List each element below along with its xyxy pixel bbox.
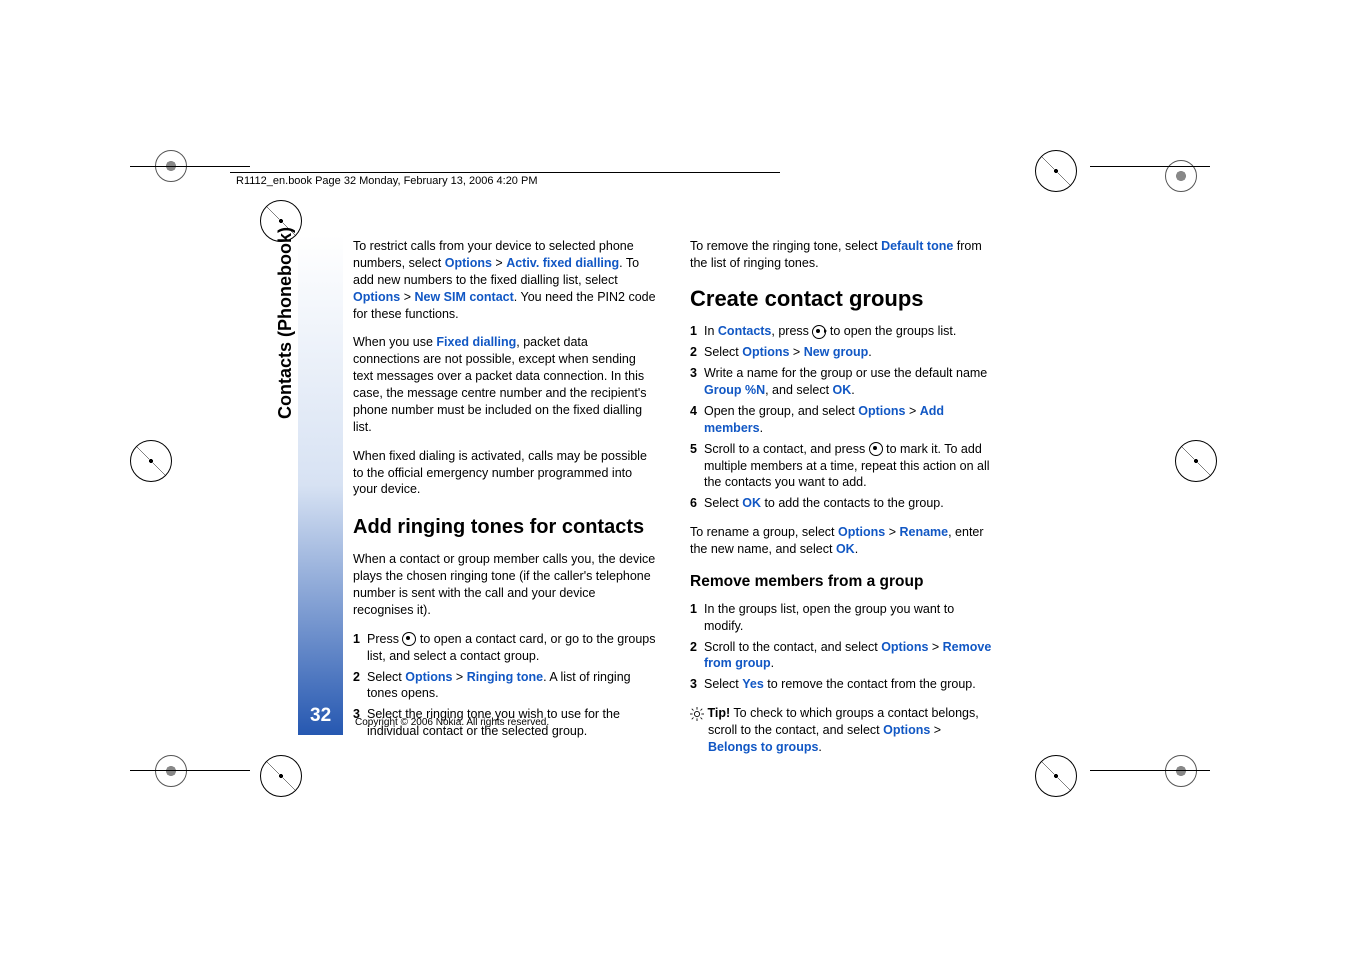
- button-ok: OK: [833, 383, 852, 397]
- tip-paragraph: Tip! To check to which groups a contact …: [690, 705, 993, 756]
- tip-icon: [690, 707, 704, 721]
- step-1: 1Press to open a contact card, or go to …: [367, 631, 656, 665]
- step-3: 3Select Yes to remove the contact from t…: [704, 676, 993, 693]
- menu-new-group: New group: [804, 345, 869, 359]
- menu-options: Options: [405, 670, 452, 684]
- page-body: To restrict calls from your device to se…: [353, 238, 993, 760]
- crop-circle-icon: [1165, 755, 1197, 787]
- heading-add-ringing-tones: Add ringing tones for contacts: [353, 514, 656, 541]
- heading-create-contact-groups: Create contact groups: [690, 284, 993, 314]
- paragraph-rename-group: To rename a group, select Options > Rena…: [690, 524, 993, 558]
- menu-options: Options: [742, 345, 789, 359]
- step-5: 5Scroll to a contact, and press to mark …: [704, 441, 993, 492]
- steps-create-groups: 1In Contacts, press to open the groups l…: [690, 323, 993, 512]
- menu-options: Options: [881, 640, 928, 654]
- crop-target-icon: [130, 440, 172, 482]
- crop-circle-icon: [155, 755, 187, 787]
- paragraph-packet-data: When you use Fixed dialling, packet data…: [353, 334, 656, 435]
- menu-new-sim-contact: New SIM contact: [414, 290, 513, 304]
- crop-line: [130, 166, 250, 167]
- paragraph-emergency: When fixed dialing is activated, calls m…: [353, 448, 656, 499]
- crop-circle-icon: [1165, 160, 1197, 192]
- button-yes: Yes: [742, 677, 764, 691]
- crop-target-icon: [1035, 755, 1077, 797]
- paragraph-remove-tone: To remove the ringing tone, select Defau…: [690, 238, 993, 272]
- crop-target-icon: [260, 755, 302, 797]
- step-3: 3Select the ringing tone you wish to use…: [367, 706, 656, 740]
- crop-line: [130, 770, 250, 771]
- sidebar-gradient: [298, 235, 343, 735]
- section-title: Contacts (Phonebook): [275, 219, 296, 419]
- menu-options: Options: [445, 256, 492, 270]
- step-2: 2Select Options > New group.: [704, 344, 993, 361]
- menu-ringing-tone: Ringing tone: [467, 670, 543, 684]
- menu-default-tone: Default tone: [881, 239, 953, 253]
- tip-label: Tip!: [707, 706, 730, 720]
- menu-belongs-to-groups: Belongs to groups: [708, 740, 818, 754]
- menu-options: Options: [838, 525, 885, 539]
- step-6: 6Select OK to add the contacts to the gr…: [704, 495, 993, 512]
- steps-remove-members: 1In the groups list, open the group you …: [690, 601, 993, 693]
- step-3: 3Write a name for the group or use the d…: [704, 365, 993, 399]
- menu-activ-fixed-dialling: Activ. fixed dialling: [506, 256, 619, 270]
- joystick-press-icon: [869, 442, 883, 456]
- joystick-right-icon: [812, 325, 826, 339]
- label-fixed-dialling: Fixed dialling: [436, 335, 516, 349]
- step-1: 1In the groups list, open the group you …: [704, 601, 993, 635]
- heading-remove-members: Remove members from a group: [690, 572, 993, 593]
- header-rule: [230, 172, 780, 173]
- crop-target-icon: [1035, 150, 1077, 192]
- step-4: 4Open the group, and select Options > Ad…: [704, 403, 993, 437]
- label-group-n: Group %N: [704, 383, 765, 397]
- menu-contacts: Contacts: [718, 324, 771, 338]
- running-header: R1112_en.book Page 32 Monday, February 1…: [236, 175, 537, 187]
- button-ok: OK: [742, 496, 761, 510]
- menu-options: Options: [883, 723, 930, 737]
- menu-options: Options: [353, 290, 400, 304]
- joystick-press-icon: [402, 632, 416, 646]
- menu-rename: Rename: [899, 525, 948, 539]
- paragraph-fixed-dialling: To restrict calls from your device to se…: [353, 238, 656, 322]
- crop-line: [1090, 166, 1210, 167]
- menu-options: Options: [858, 404, 905, 418]
- steps-ringing-tones: 1Press to open a contact card, or go to …: [353, 631, 656, 740]
- step-1: 1In Contacts, press to open the groups l…: [704, 323, 993, 340]
- step-2: 2Scroll to the contact, and select Optio…: [704, 639, 993, 673]
- crop-line: [1090, 770, 1210, 771]
- button-ok: OK: [836, 542, 855, 556]
- crop-target-icon: [1175, 440, 1217, 482]
- page-number: 32: [310, 705, 331, 727]
- paragraph-ringing-intro: When a contact or group member calls you…: [353, 551, 656, 619]
- step-2: 2Select Options > Ringing tone. A list o…: [367, 669, 656, 703]
